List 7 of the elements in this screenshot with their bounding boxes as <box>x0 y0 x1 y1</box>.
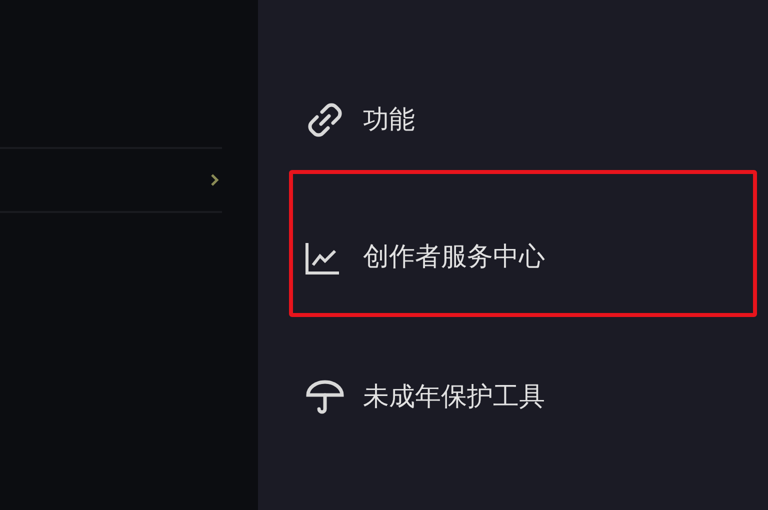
line-chart-icon <box>305 240 341 274</box>
chevron-right-icon[interactable] <box>210 173 220 187</box>
menu-item-label[interactable]: 未成年保护工具 <box>363 378 545 416</box>
menu-item-label[interactable]: 功能 <box>363 100 415 140</box>
link-icon <box>305 100 345 140</box>
menu-item-label[interactable]: 创作者服务中心 <box>363 238 545 277</box>
umbrella-icon <box>305 379 345 415</box>
